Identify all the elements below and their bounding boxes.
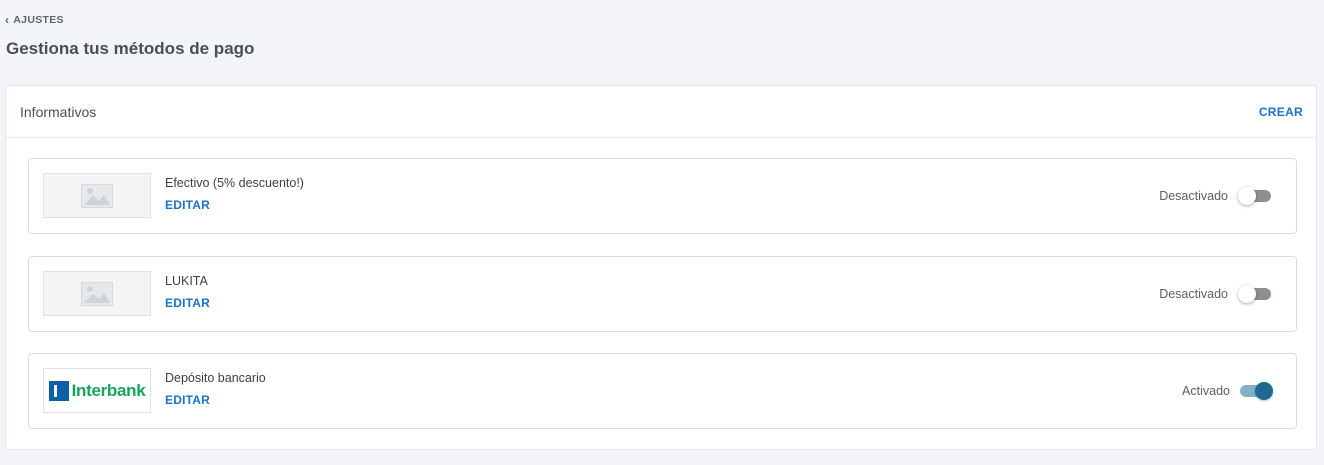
toggle-knob: [1255, 382, 1273, 400]
toggle-knob: [1238, 285, 1256, 303]
status-control: Desactivado: [1159, 285, 1271, 303]
status-control: Desactivado: [1159, 187, 1271, 205]
payment-method-item: Interbank Depósito bancario EDITAR Activ…: [28, 353, 1297, 429]
breadcrumb[interactable]: ‹ AJUSTES: [5, 12, 64, 27]
interbank-logo: Interbank: [48, 380, 146, 401]
payment-method-item: LUKITA EDITAR Desactivado: [28, 256, 1297, 332]
status-label: Activado: [1182, 384, 1230, 398]
status-toggle[interactable]: [1238, 187, 1271, 205]
payment-methods-card: Informativos CREAR Efectivo (5% descuent…: [5, 85, 1317, 450]
status-control: Activado: [1182, 382, 1273, 400]
method-name: LUKITA: [165, 274, 208, 288]
card-header: Informativos CREAR: [6, 86, 1316, 138]
edit-button[interactable]: EDITAR: [165, 198, 210, 212]
status-toggle[interactable]: [1238, 285, 1271, 303]
payment-method-item: Efectivo (5% descuento!) EDITAR Desactiv…: [28, 158, 1297, 234]
card-title: Informativos: [20, 103, 97, 120]
method-image: [43, 173, 151, 218]
image-placeholder-icon: [81, 281, 113, 306]
interbank-mark-icon: [48, 380, 69, 401]
image-placeholder-icon: [81, 183, 113, 208]
page-title: Gestiona tus métodos de pago: [6, 39, 255, 58]
breadcrumb-label: AJUSTES: [13, 14, 64, 26]
interbank-logo-text: Interbank: [71, 380, 146, 400]
status-toggle[interactable]: [1240, 382, 1273, 400]
edit-button[interactable]: EDITAR: [165, 296, 210, 310]
status-label: Desactivado: [1159, 287, 1228, 301]
method-name: Depósito bancario: [165, 371, 266, 385]
edit-button[interactable]: EDITAR: [165, 393, 210, 407]
toggle-knob: [1238, 187, 1256, 205]
method-image: Interbank: [43, 368, 151, 413]
chevron-left-icon: ‹: [5, 12, 10, 27]
method-image: [43, 271, 151, 316]
status-label: Desactivado: [1159, 189, 1228, 203]
method-name: Efectivo (5% descuento!): [165, 176, 304, 190]
create-button[interactable]: CREAR: [1259, 105, 1303, 119]
